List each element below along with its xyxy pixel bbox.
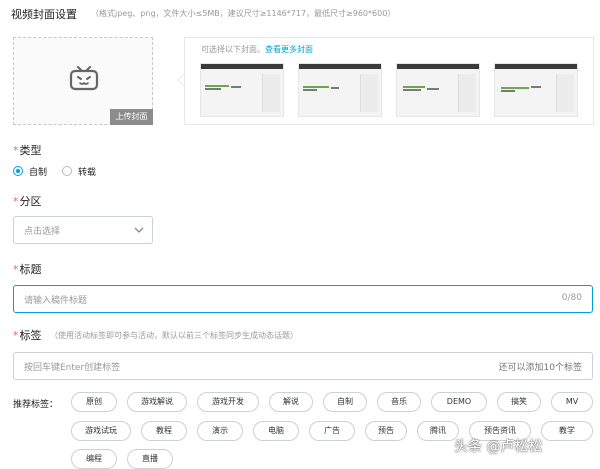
- recommended-tag[interactable]: 编程: [71, 449, 117, 469]
- recommended-tag[interactable]: 演示: [197, 421, 243, 441]
- recommended-tag[interactable]: DEMO: [431, 392, 487, 412]
- recommended-tag[interactable]: 游戏试玩: [71, 421, 131, 441]
- recommended-tag[interactable]: 解说: [269, 392, 313, 412]
- tag-remaining-count: 还可以添加10个标签: [498, 363, 582, 373]
- radio-dot: [62, 166, 72, 176]
- recommended-tag[interactable]: 游戏开发: [197, 392, 259, 412]
- recommended-tag[interactable]: 电脑: [253, 421, 299, 441]
- radio-dot: [13, 166, 23, 176]
- cover-thumbnail[interactable]: [396, 63, 480, 117]
- recommended-tags-label: 推荐标签：: [13, 400, 59, 410]
- suggested-covers-panel: 可选择以下封面。查看更多封面: [184, 37, 594, 125]
- recommended-tag[interactable]: 预告: [365, 421, 407, 441]
- radio-label: 自制: [29, 167, 48, 178]
- type-section-title: *类型: [13, 144, 42, 157]
- zone-select-placeholder: 点击选择: [24, 227, 61, 237]
- recommended-tag[interactable]: 原创: [71, 392, 117, 412]
- cover-thumbnail[interactable]: [200, 63, 284, 117]
- watermark: 头条 @卢松松: [454, 439, 543, 455]
- title-input-placeholder: 请输入稿件标题: [24, 296, 88, 306]
- radio-label: 转载: [78, 167, 97, 178]
- suggested-covers-text: 可选择以下封面。查看更多封面: [201, 44, 313, 55]
- suggested-covers-hint: 可选择以下封面。: [201, 45, 265, 54]
- recommended-tag[interactable]: 直播: [127, 449, 173, 469]
- more-covers-link[interactable]: 查看更多封面: [265, 45, 313, 54]
- type-radio-repost[interactable]: 转载: [62, 164, 96, 178]
- recommended-tag[interactable]: MV: [551, 392, 593, 412]
- tv-icon: [69, 66, 99, 91]
- title-input[interactable]: 请输入稿件标题 0/80: [13, 285, 593, 313]
- cover-thumbnail[interactable]: [298, 63, 382, 117]
- recommended-tag[interactable]: 广告: [309, 421, 355, 441]
- recommended-tag[interactable]: 教程: [141, 421, 187, 441]
- title-char-count: 0/80: [561, 293, 582, 303]
- recommended-tag[interactable]: 教学: [541, 421, 593, 441]
- type-radio-original[interactable]: 自制: [13, 164, 47, 178]
- recommended-tag[interactable]: 自制: [323, 392, 367, 412]
- cover-upload-area[interactable]: 上传封面: [13, 37, 153, 125]
- chevron-down-icon: [134, 227, 144, 233]
- cover-thumbnail[interactable]: [494, 63, 578, 117]
- recommended-tag[interactable]: 游戏解说: [127, 392, 187, 412]
- cover-section-title: 视频封面设置: [11, 8, 77, 21]
- tag-input[interactable]: 按回车键Enter创建标签 还可以添加10个标签: [13, 352, 593, 380]
- tag-hint: （使用活动标签即可参与活动，默认以前三个标签同步生成动态话题）: [50, 331, 298, 340]
- recommended-tag[interactable]: 腾讯: [417, 421, 459, 441]
- upload-cover-button[interactable]: 上传封面: [110, 109, 153, 125]
- zone-section-title: *分区: [13, 195, 42, 208]
- recommended-tag[interactable]: 音乐: [377, 392, 421, 412]
- tag-section-title: *标签: [13, 329, 42, 342]
- cover-format-hint: （格式jpeg、png，文件大小≤5MB，建议尺寸≥1146*717，最低尺寸≥…: [91, 9, 396, 18]
- tag-input-placeholder: 按回车键Enter创建标签: [24, 363, 121, 373]
- recommended-tag[interactable]: 搞笑: [497, 392, 541, 412]
- zone-select[interactable]: 点击选择: [13, 216, 153, 244]
- title-section-title: *标题: [13, 263, 42, 276]
